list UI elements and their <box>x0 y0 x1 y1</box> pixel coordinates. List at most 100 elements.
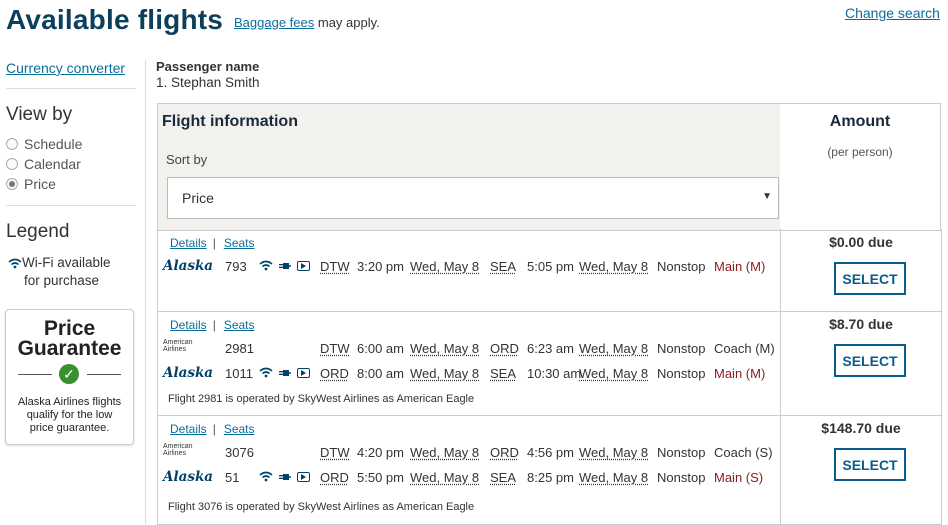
arrival-date[interactable]: Wed, May 8 <box>579 470 648 485</box>
viewby-option-schedule[interactable]: Schedule <box>6 136 82 152</box>
flight-result-row: Details | Seats American Airlines 2981 DTW 6:0… <box>157 311 781 416</box>
price-guarantee-box: Price Guarantee ✓ Alaska Airlines flight… <box>5 309 134 445</box>
radio-selected-icon[interactable] <box>6 178 18 190</box>
details-link[interactable]: Details <box>170 318 207 332</box>
pg-rule-right <box>87 374 121 375</box>
fare-class: Main (S) <box>714 470 764 485</box>
legend-wifi-line2: for purchase <box>24 273 100 288</box>
change-search-link[interactable]: Change search <box>845 5 940 21</box>
wifi-icon <box>259 367 273 378</box>
origin-airport[interactable]: DTW <box>320 259 350 274</box>
operated-by-note: Flight 2981 is operated by SkyWest Airli… <box>168 393 475 405</box>
legend-wifi: Wi-Fi available for purchase <box>8 254 111 290</box>
details-link[interactable]: Details <box>170 236 207 250</box>
divider <box>6 88 136 89</box>
pg-title-line1: Price <box>43 317 96 340</box>
origin-airport[interactable]: DTW <box>320 341 350 356</box>
departure-date[interactable]: Wed, May 8 <box>410 259 479 274</box>
result-links: Details | Seats <box>170 236 255 250</box>
passenger-name: 1. Stephan Smith <box>156 75 260 90</box>
sort-by-label: Sort by <box>166 152 208 167</box>
power-outlet-icon <box>279 473 291 480</box>
destination-airport[interactable]: SEA <box>490 470 516 485</box>
flight-result-row: Details | Seats Alaska 793 DTW 3:20 pm Wed, May… <box>157 229 781 312</box>
arrival-time: 6:23 am <box>527 341 574 356</box>
alaska-logo: Alaska <box>163 469 214 485</box>
amount-title: Amount <box>829 113 891 130</box>
departure-date[interactable]: Wed, May 8 <box>410 341 479 356</box>
currency-converter-link[interactable]: Currency converter <box>6 60 125 76</box>
flight-number: 3076 <box>225 445 254 460</box>
radio-icon[interactable] <box>6 138 18 150</box>
wifi-icon <box>259 471 273 482</box>
departure-date[interactable]: Wed, May 8 <box>410 445 479 460</box>
departure-time: 8:00 am <box>357 366 404 381</box>
sort-select[interactable]: Price ▼ <box>167 177 779 219</box>
arrival-date[interactable]: Wed, May 8 <box>579 366 648 381</box>
viewby-option-price[interactable]: Price <box>6 176 56 192</box>
seats-link[interactable]: Seats <box>224 422 255 436</box>
power-outlet-icon <box>279 369 291 376</box>
select-flight-button[interactable]: SELECT <box>834 344 906 377</box>
result-links: Details | Seats <box>170 318 255 332</box>
seats-link[interactable]: Seats <box>224 236 255 250</box>
origin-airport[interactable]: ORD <box>320 366 349 381</box>
departure-time: 4:20 pm <box>357 445 404 460</box>
arrival-date[interactable]: Wed, May 8 <box>579 259 648 274</box>
fare-class: Coach (S) <box>714 445 773 460</box>
view-by-heading: View by <box>6 104 73 125</box>
aa-logo-text: American Airlines <box>163 443 193 457</box>
link-separator: | <box>212 236 216 250</box>
amount-subtitle: (per person) <box>827 145 893 159</box>
stops: Nonstop <box>657 366 706 381</box>
amount-cell: $0.00 due SELECT <box>780 229 942 312</box>
sort-select-value: Price <box>182 190 214 206</box>
pg-rule-left <box>18 374 52 375</box>
flight-number: 51 <box>225 470 240 485</box>
result-links: Details | Seats <box>170 422 255 436</box>
select-flight-button[interactable]: SELECT <box>834 262 906 295</box>
origin-airport[interactable]: DTW <box>320 445 350 460</box>
flight-segment: Alaska 793 DTW 3:20 pm Wed, May 8 SEA 5:05 pm W… <box>158 257 781 277</box>
departure-date[interactable]: Wed, May 8 <box>410 366 479 381</box>
flight-number: 2981 <box>225 341 254 356</box>
destination-airport[interactable]: SEA <box>490 366 516 381</box>
radio-icon[interactable] <box>6 158 18 170</box>
entertainment-icon <box>297 367 310 378</box>
viewby-option-label: Price <box>24 176 56 192</box>
details-link[interactable]: Details <box>170 422 207 436</box>
seats-link[interactable]: Seats <box>224 318 255 332</box>
origin-airport[interactable]: ORD <box>320 470 349 485</box>
destination-airport[interactable]: ORD <box>490 445 519 460</box>
viewby-option-calendar[interactable]: Calendar <box>6 156 81 172</box>
pg-text-line1: Alaska Airlines flights <box>17 396 122 408</box>
aa-logo-text: American Airlines <box>163 339 193 353</box>
flight-segment: American Airlines 3076 DTW 4:20 pm Wed, May … <box>158 443 781 463</box>
baggage-fees-link[interactable]: Baggage fees <box>234 15 314 30</box>
baggage-note: Baggage fees may apply. <box>234 15 380 30</box>
amount-cell: $148.70 due SELECT <box>780 415 942 525</box>
destination-airport[interactable]: SEA <box>490 259 516 274</box>
departure-time: 5:50 pm <box>357 470 404 485</box>
flight-segment: Alaska 51 ORD 5:50 pm Wed, May 8 SEA 8:25 pm We… <box>158 468 781 488</box>
fare-class: Coach (M) <box>714 341 775 356</box>
pg-text-line3: price guarantee. <box>29 422 110 434</box>
pg-text-line2: qualify for the low <box>26 409 113 421</box>
stops: Nonstop <box>657 445 706 460</box>
arrival-date[interactable]: Wed, May 8 <box>579 341 648 356</box>
destination-airport[interactable]: ORD <box>490 341 519 356</box>
arrival-time: 10:30 am <box>527 366 582 381</box>
wifi-icon <box>259 260 273 271</box>
alaska-logo: Alaska <box>163 365 214 381</box>
departure-date[interactable]: Wed, May 8 <box>410 470 479 485</box>
stops: Nonstop <box>657 470 706 485</box>
entertainment-icon <box>297 260 310 271</box>
viewby-option-label: Schedule <box>24 136 83 152</box>
stops: Nonstop <box>657 341 706 356</box>
departure-time: 6:00 am <box>357 341 404 356</box>
select-flight-button[interactable]: SELECT <box>834 448 906 481</box>
arrival-date[interactable]: Wed, May 8 <box>579 445 648 460</box>
pg-title-line2: Guarantee <box>17 337 122 360</box>
american-airlines-logo: American Airlines <box>163 338 211 356</box>
dropdown-arrow-icon: ▼ <box>762 191 772 202</box>
